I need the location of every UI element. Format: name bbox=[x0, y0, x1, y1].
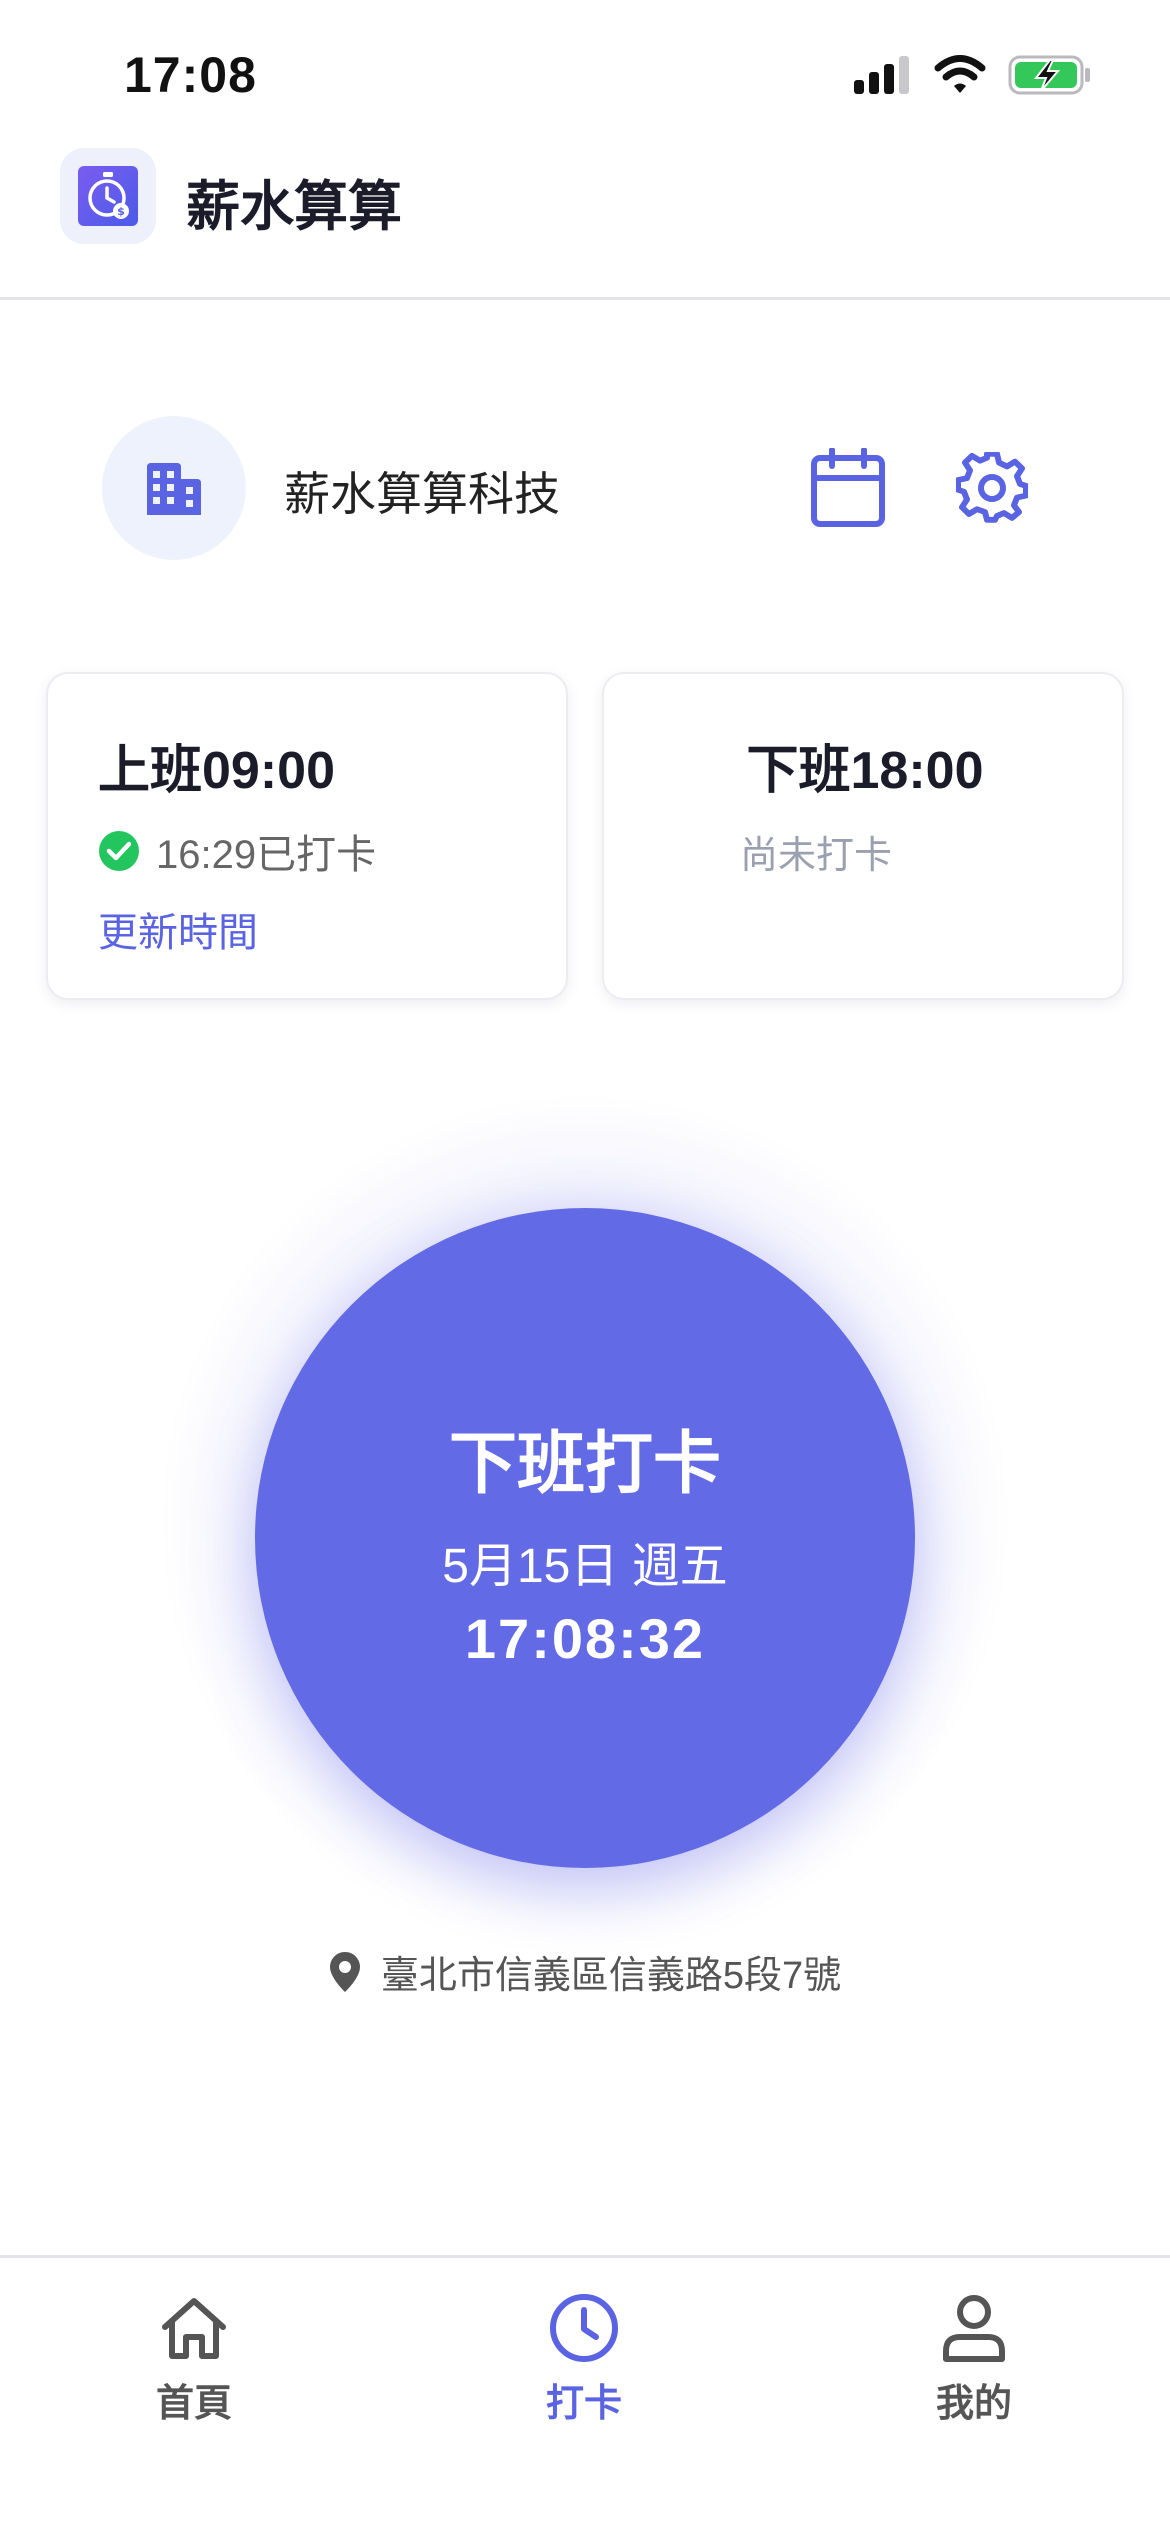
map-pin-icon bbox=[329, 1951, 360, 1992]
clock-in-title: 上班09:00 bbox=[98, 742, 335, 800]
clock-icon bbox=[550, 2294, 618, 2362]
gear-icon bbox=[956, 452, 1028, 523]
punch-button[interactable]: 下班打卡 5月15日 週五 17:08:32 bbox=[255, 1208, 915, 1868]
check-circle-icon bbox=[99, 831, 139, 871]
nav-label-me: 我的 bbox=[935, 2383, 1012, 2425]
company-name: 薪水算算科技 bbox=[284, 468, 560, 520]
clock-in-status-text: 16:29已打卡 bbox=[156, 833, 377, 877]
nav-item-punch[interactable]: 打卡 bbox=[484, 2288, 684, 2427]
update-time-link[interactable]: 更新時間 bbox=[98, 900, 258, 958]
status-time: 17:08 bbox=[124, 47, 257, 103]
cellular-signal-icon bbox=[854, 56, 912, 99]
nav-item-me[interactable]: 我的 bbox=[874, 2288, 1074, 2427]
company-avatar bbox=[102, 416, 246, 560]
location: 臺北市信義區信義路5段7號 bbox=[0, 1944, 1170, 1999]
app-title: 薪水算算 bbox=[186, 177, 402, 237]
stopwatch-dollar-icon: $ bbox=[78, 166, 138, 226]
home-icon bbox=[162, 2298, 226, 2359]
clock-in-status: 16:29已打卡 bbox=[98, 822, 376, 880]
app-header: $ 薪水算算 bbox=[0, 140, 1170, 300]
nav-item-home[interactable]: 首頁 bbox=[94, 2288, 294, 2427]
user-icon bbox=[943, 2295, 1005, 2362]
wifi-icon bbox=[934, 55, 986, 100]
location-address: 臺北市信義區信義路5段7號 bbox=[380, 1955, 842, 1997]
clock-in-card: 上班09:00 16:29已打卡 更新時間 bbox=[46, 672, 568, 1000]
nav-label-punch: 打卡 bbox=[545, 2383, 622, 2425]
clock-out-title: 下班18:00 bbox=[746, 742, 984, 800]
calendar-icon bbox=[811, 448, 885, 527]
nav-label-home: 首頁 bbox=[155, 2383, 232, 2425]
status-bar: 17:08 bbox=[0, 0, 1170, 140]
calendar-button[interactable] bbox=[808, 446, 888, 530]
punch-label: 下班打卡 bbox=[448, 1426, 721, 1502]
bottom-nav: 首頁 打卡 我的 bbox=[0, 2255, 1170, 2532]
building-icon bbox=[147, 463, 201, 515]
punch-date: 5月15日 週五 bbox=[442, 1540, 728, 1593]
punch-time: 17:08:32 bbox=[464, 1607, 706, 1670]
svg-text:$: $ bbox=[117, 205, 125, 218]
settings-button[interactable] bbox=[952, 448, 1032, 528]
app-logo: $ bbox=[60, 148, 156, 244]
clock-out-card: 下班18:00 尚未打卡 bbox=[602, 672, 1124, 1000]
battery-charging-icon bbox=[1008, 54, 1092, 101]
clock-out-status: 尚未打卡 bbox=[740, 835, 893, 877]
status-icons bbox=[854, 54, 1092, 101]
